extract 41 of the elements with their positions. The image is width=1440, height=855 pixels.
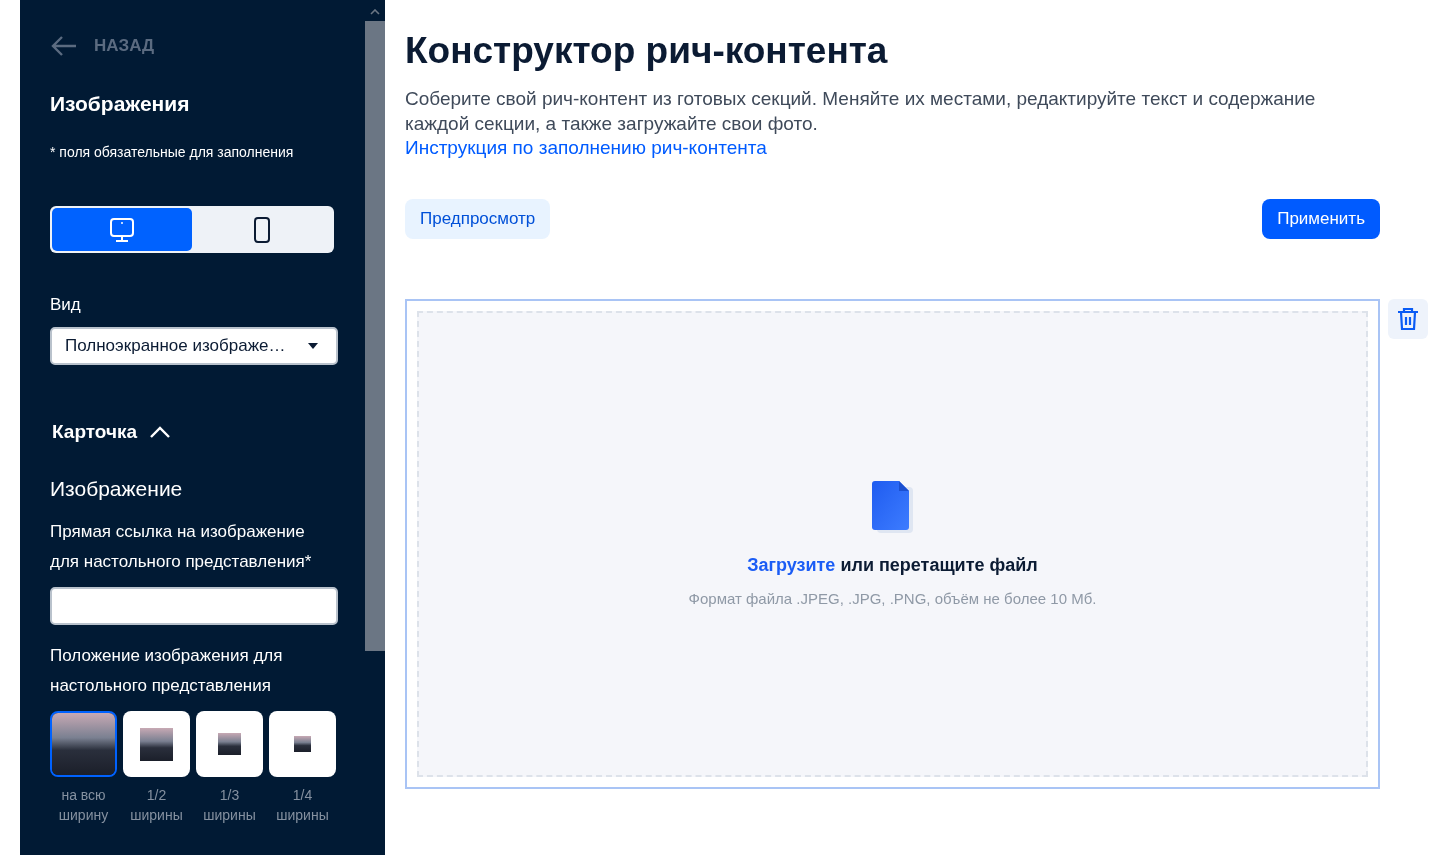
file-icon: [870, 481, 915, 533]
monitor-icon: [108, 215, 136, 244]
instruction-link[interactable]: Инструкция по заполнению рич-контента: [405, 137, 767, 159]
photo-placeholder: [294, 735, 311, 753]
position-option[interactable]: [50, 711, 117, 777]
card-section-toggle[interactable]: Карточка: [52, 421, 172, 443]
input-field[interactable]: [50, 587, 338, 625]
format-hint: Формат файла .JPEG, .JPG, .PNG, объём не более 10 Мб.: [688, 590, 1097, 607]
upload-dropzone[interactable]: Загрузите или перетащите файл Формат файла .JPEG, .JPG, .PNG, объём не более 10 Мб.: [417, 311, 1368, 777]
position-label: Положение изображения для настольного представления: [50, 645, 284, 697]
view-label: Вид: [50, 295, 82, 315]
position-caption: 1/3 ширины: [202, 786, 257, 825]
link-label: Прямая ссылка на изображение для настольного представления*: [50, 521, 313, 573]
required-note: * поля обязательные для заполнения: [50, 144, 295, 160]
drag-text: или перетащите файл: [840, 555, 1038, 575]
position-caption: на всю ширину: [57, 786, 110, 825]
caret-icon: [308, 343, 318, 349]
photo-placeholder: [52, 713, 115, 775]
desktop-tab[interactable]: [52, 208, 192, 251]
position-caption: 1/4 ширины: [275, 786, 330, 825]
position-option[interactable]: [196, 711, 263, 777]
position-option[interactable]: [269, 711, 336, 777]
page-description: Соберите свой рич-контент из готовых секций. Меняйте их местами, редактируйте текст и содержание каждой секции, а также загружайте свои фото.: [405, 87, 1317, 136]
back-link[interactable]: НАЗАД: [50, 34, 365, 58]
scrollbar-thumb[interactable]: [365, 21, 385, 651]
upload-link[interactable]: Загрузите: [747, 555, 836, 575]
section-subtitle: Изображение: [50, 477, 184, 501]
photo-placeholder: [139, 727, 174, 761]
back-arrow-icon: [50, 34, 78, 58]
position-option[interactable]: [123, 711, 190, 777]
panel-title: Изображения: [50, 92, 191, 116]
photo-placeholder: [218, 733, 241, 755]
delete-button[interactable]: [1388, 299, 1428, 339]
view-dropdown[interactable]: Полноэкранное изображе…: [50, 327, 338, 365]
trash-icon: [1396, 306, 1420, 332]
apply-button[interactable]: Применить: [1262, 199, 1380, 239]
scroll-up-icon[interactable]: [370, 9, 380, 15]
chevron-up-icon: [149, 425, 172, 439]
preview-button[interactable]: Предпросмотр: [405, 199, 551, 239]
page-title: Конструктор рич-контента: [405, 30, 889, 72]
position-caption: 1/2 ширины: [129, 786, 184, 825]
